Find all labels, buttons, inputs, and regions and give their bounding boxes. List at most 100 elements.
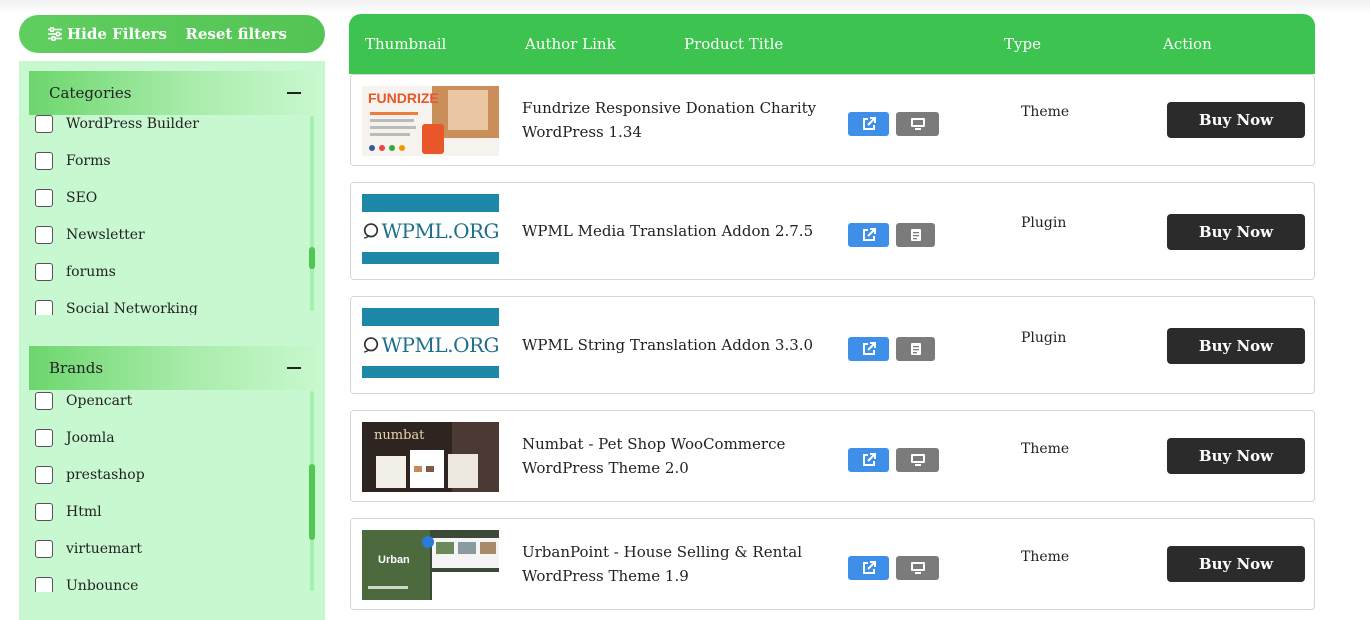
collapse-minus-icon[interactable] bbox=[287, 92, 301, 94]
brands-list: Opencart Joomla prestashop Html virtuema… bbox=[35, 382, 305, 592]
wpml-logo: WPML.ORG bbox=[362, 333, 499, 357]
categories-list: WordPress Builder Forms SEO Newsletter f… bbox=[35, 105, 305, 315]
category-item[interactable]: Social Networking bbox=[35, 290, 305, 315]
brand-item[interactable]: virtuemart bbox=[35, 530, 305, 567]
document-icon bbox=[910, 343, 921, 355]
product-type: Theme bbox=[1021, 549, 1070, 565]
categories-title: Categories bbox=[49, 84, 132, 102]
external-link-icon bbox=[862, 342, 876, 355]
checkbox[interactable] bbox=[35, 262, 53, 281]
brand-item[interactable]: prestashop bbox=[35, 456, 305, 493]
table-row: FUNDRIZE Fundrize Responsive Donation Ch… bbox=[350, 74, 1315, 166]
live-demo-button[interactable] bbox=[896, 556, 939, 580]
category-label: forums bbox=[66, 263, 116, 280]
product-type: Theme bbox=[1021, 104, 1070, 120]
buy-now-button[interactable]: Buy Now bbox=[1167, 102, 1305, 138]
category-item[interactable]: SEO bbox=[35, 179, 305, 216]
brands-title: Brands bbox=[49, 359, 104, 377]
buy-now-button[interactable]: Buy Now bbox=[1167, 328, 1305, 364]
category-label: WordPress Builder bbox=[66, 115, 199, 132]
checkbox[interactable] bbox=[35, 539, 53, 558]
brand-item[interactable]: Unbounce bbox=[35, 567, 305, 592]
brand-item[interactable]: Opencart bbox=[35, 382, 305, 419]
checkbox[interactable] bbox=[35, 576, 53, 592]
thumbnail-band bbox=[362, 194, 499, 212]
thumbnail-brand-text: WPML.ORG bbox=[381, 219, 499, 243]
categories-scroll-track[interactable] bbox=[310, 116, 314, 311]
brands-scroll-thumb[interactable] bbox=[309, 464, 315, 540]
product-thumbnail[interactable]: WPML.ORG bbox=[362, 308, 499, 378]
documentation-button[interactable] bbox=[896, 223, 935, 247]
product-thumbnail[interactable]: FUNDRIZE bbox=[362, 86, 499, 156]
thumbnail-brand-text: FUNDRIZE bbox=[368, 90, 439, 106]
header-product-title: Product Title bbox=[684, 35, 784, 53]
checkbox[interactable] bbox=[35, 502, 53, 521]
product-type: Plugin bbox=[1021, 330, 1067, 346]
product-title[interactable]: Numbat - Pet Shop WooCommerce WordPress … bbox=[522, 432, 832, 480]
external-link-icon bbox=[862, 453, 876, 466]
product-type: Plugin bbox=[1021, 215, 1067, 231]
buy-now-button[interactable]: Buy Now bbox=[1167, 546, 1305, 582]
checkbox[interactable] bbox=[35, 151, 53, 170]
buy-now-button[interactable]: Buy Now bbox=[1167, 214, 1305, 250]
brand-label: Opencart bbox=[66, 392, 133, 409]
author-link-button[interactable] bbox=[848, 112, 889, 136]
product-title[interactable]: WPML Media Translation Addon 2.7.5 bbox=[522, 219, 832, 243]
header-action: Action bbox=[1163, 35, 1212, 53]
thumbnail-brand-text: WPML.ORG bbox=[381, 333, 499, 357]
monitor-icon bbox=[910, 454, 925, 466]
filter-sidebar: Categories WordPress Builder Forms SEO N… bbox=[19, 61, 325, 620]
header-type: Type bbox=[1004, 35, 1041, 53]
brand-item[interactable]: Joomla bbox=[35, 419, 305, 456]
thumbnail-brand-text: numbat bbox=[374, 428, 425, 443]
category-item[interactable]: Forms bbox=[35, 142, 305, 179]
wpml-mark-icon bbox=[363, 337, 379, 353]
reset-filters-button[interactable]: Reset filters bbox=[185, 25, 287, 43]
product-thumbnail[interactable]: numbat bbox=[362, 422, 499, 492]
thumbnail-brand-text: Urban bbox=[378, 554, 410, 566]
author-link-button[interactable] bbox=[848, 223, 889, 247]
product-title[interactable]: Fundrize Responsive Donation Charity Wor… bbox=[522, 96, 832, 144]
checkbox[interactable] bbox=[35, 428, 53, 447]
product-thumbnail[interactable]: Urban bbox=[362, 530, 499, 600]
thumbnail-band bbox=[362, 252, 499, 264]
category-label: Social Networking bbox=[66, 300, 198, 316]
buy-now-button[interactable]: Buy Now bbox=[1167, 438, 1305, 474]
table-row: numbat Numbat - Pet Shop WooCommerce Wor… bbox=[350, 410, 1315, 502]
brand-item[interactable]: Html bbox=[35, 493, 305, 530]
checkbox[interactable] bbox=[35, 299, 53, 315]
product-title[interactable]: UrbanPoint - House Selling & Rental Word… bbox=[522, 540, 832, 588]
hide-filters-label: Hide Filters bbox=[67, 25, 167, 43]
product-type: Theme bbox=[1021, 441, 1070, 457]
category-item[interactable]: Newsletter bbox=[35, 216, 305, 253]
product-thumbnail[interactable]: WPML.ORG bbox=[362, 194, 499, 264]
category-item[interactable]: WordPress Builder bbox=[35, 105, 305, 142]
live-demo-button[interactable] bbox=[896, 448, 939, 472]
author-link-button[interactable] bbox=[848, 337, 889, 361]
category-label: Newsletter bbox=[66, 226, 145, 243]
checkbox[interactable] bbox=[35, 188, 53, 207]
documentation-button[interactable] bbox=[896, 337, 935, 361]
live-demo-button[interactable] bbox=[896, 112, 939, 136]
hide-filters-button[interactable]: Hide Filters bbox=[47, 25, 167, 43]
thumbnail-band bbox=[362, 308, 499, 326]
table-header: Thumbnail Author Link Product Title Type… bbox=[349, 14, 1315, 74]
checkbox[interactable] bbox=[35, 391, 53, 410]
categories-scroll-thumb[interactable] bbox=[309, 247, 315, 269]
author-link-button[interactable] bbox=[848, 448, 889, 472]
document-icon bbox=[910, 229, 921, 241]
author-link-button[interactable] bbox=[848, 556, 889, 580]
product-title[interactable]: WPML String Translation Addon 3.3.0 bbox=[522, 333, 832, 357]
checkbox[interactable] bbox=[35, 465, 53, 484]
collapse-minus-icon[interactable] bbox=[287, 367, 301, 369]
wpml-logo: WPML.ORG bbox=[362, 219, 499, 243]
brand-label: Html bbox=[66, 503, 102, 520]
header-author-link: Author Link bbox=[525, 35, 616, 53]
checkbox[interactable] bbox=[35, 114, 53, 133]
sliders-icon bbox=[48, 27, 62, 41]
category-item[interactable]: forums bbox=[35, 253, 305, 290]
thumbnail-band bbox=[362, 366, 499, 378]
external-link-icon bbox=[862, 561, 876, 574]
filter-toggle-bar: Hide Filters Reset filters bbox=[19, 15, 325, 53]
checkbox[interactable] bbox=[35, 225, 53, 244]
